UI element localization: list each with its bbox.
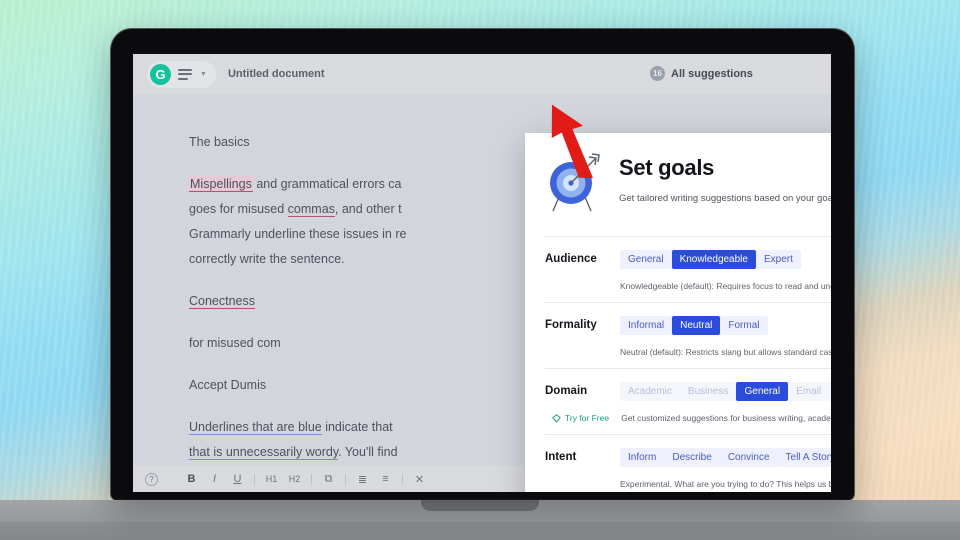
italic-button[interactable]: I <box>203 470 226 488</box>
underline-button[interactable]: U <box>226 470 249 488</box>
domain-option-general[interactable]: General <box>736 382 789 401</box>
audience-option-group: General Knowledgeable Expert <box>620 250 831 269</box>
target-icon <box>545 153 603 220</box>
laptop-base-notch <box>421 500 539 511</box>
toolbar-divider <box>311 473 312 485</box>
intent-description: Experimental. What are you trying to do?… <box>620 479 831 489</box>
gem-icon <box>552 413 561 423</box>
domain-content: Academic Business General Email Casual C… <box>552 382 831 423</box>
doc-text: goes for misused <box>189 202 288 216</box>
document-title: Untitled document <box>227 68 325 80</box>
ordered-list-icon[interactable]: ≣ <box>351 470 374 488</box>
grammarly-logo-icon: G <box>150 63 171 85</box>
domain-option-group: Academic Business General Email Casual C… <box>620 382 831 401</box>
intent-option-group: Inform Describe Convince Tell A Story <box>620 448 831 467</box>
link-icon[interactable]: ⧉ <box>317 470 340 488</box>
try-for-free-label: Try for Free <box>565 413 610 423</box>
doc-text: , and other t <box>334 202 402 216</box>
brand-menu-group[interactable]: G ▼ <box>147 60 216 88</box>
audience-option-general[interactable]: General <box>620 250 672 269</box>
chevron-down-icon[interactable]: ▼ <box>200 71 207 78</box>
domain-label: Domain <box>545 385 588 397</box>
domain-option-casual[interactable]: Casual <box>829 382 831 401</box>
modal-subtitle: Get tailored writing suggestions based o… <box>619 193 831 204</box>
formality-content: Informal Neutral Formal Neutral (default… <box>620 316 831 357</box>
intent-content: Inform Describe Convince Tell A Story Ex… <box>620 448 831 489</box>
wordiness-suggestion[interactable]: that is unnecessarily wordy <box>189 445 339 460</box>
intent-option-describe[interactable]: Describe <box>664 448 720 467</box>
clear-formatting-icon[interactable]: ✕ <box>408 470 431 488</box>
heading1-button[interactable]: H1 <box>260 470 283 488</box>
doc-text: and grammatical errors ca <box>252 177 402 191</box>
domain-description-row: Try for Free Get customized suggestions … <box>552 413 831 423</box>
formality-option-neutral[interactable]: Neutral <box>672 316 721 335</box>
audience-description: Knowledgeable (default): Requires focus … <box>620 281 831 291</box>
help-icon[interactable]: ? <box>145 472 158 486</box>
domain-option-academic[interactable]: Academic <box>620 382 680 401</box>
modal-title: Set goals <box>619 155 715 180</box>
spelling-error-conectness[interactable]: Conectness <box>189 294 256 309</box>
doc-text: indicate that <box>321 420 393 434</box>
goal-row-intent: Intent Inform Describe Convince Tell A S… <box>525 435 831 492</box>
toolbar-divider <box>402 473 403 485</box>
formality-option-formal[interactable]: Formal <box>720 316 768 335</box>
bullet-list-icon[interactable]: ≡ <box>374 470 397 488</box>
doc-text: . You'll find <box>338 445 398 459</box>
goal-row-formality: Formality Informal Neutral Formal Neutra… <box>525 303 831 368</box>
audience-option-knowledgeable[interactable]: Knowledgeable <box>671 250 756 269</box>
formality-label: Formality <box>545 319 597 331</box>
audience-option-expert[interactable]: Expert <box>755 250 801 269</box>
laptop-screen: G ▼ Untitled document 16 All suggestions… <box>133 54 831 492</box>
formality-option-group: Informal Neutral Formal <box>620 316 831 335</box>
suggestions-count-badge: 16 <box>650 66 665 81</box>
audience-content: General Knowledgeable Expert Knowledgeab… <box>620 250 831 291</box>
try-for-free-link[interactable]: Try for Free <box>552 413 609 423</box>
intent-option-convince[interactable]: Convince <box>719 448 778 467</box>
hamburger-menu-icon[interactable] <box>178 68 192 80</box>
formality-description: Neutral (default): Restricts slang but a… <box>620 347 831 357</box>
modal-heading-wrap: Set goals Get tailored writing suggestio… <box>619 151 831 204</box>
heading2-button[interactable]: H2 <box>283 470 306 488</box>
modal-header: Set goals Get tailored writing suggestio… <box>525 133 831 236</box>
laptop-base-shadow <box>0 522 960 540</box>
goal-row-domain: Domain Academic Business General Email C… <box>525 369 831 434</box>
bold-button[interactable]: B <box>180 470 203 488</box>
formality-option-informal[interactable]: Informal <box>620 316 673 335</box>
app-top-bar: G ▼ Untitled document 16 All suggestions <box>133 54 831 94</box>
grammar-error-commas[interactable]: commas <box>287 202 335 217</box>
intent-option-inform[interactable]: Inform <box>620 448 665 467</box>
goal-row-audience: Audience General Knowledgeable Expert Kn… <box>525 237 831 302</box>
intent-option-tell-a-story[interactable]: Tell A Story <box>777 448 831 467</box>
toolbar-divider <box>345 473 346 485</box>
domain-option-email[interactable]: Email <box>788 382 830 401</box>
domain-option-business[interactable]: Business <box>679 382 737 401</box>
audience-label: Audience <box>545 253 597 265</box>
all-suggestions-group[interactable]: 16 All suggestions <box>650 66 753 81</box>
wordiness-suggestion[interactable]: Underlines that are blue <box>189 420 322 435</box>
all-suggestions-label: All suggestions <box>671 67 753 80</box>
intent-label: Intent <box>545 451 577 463</box>
toolbar-divider <box>254 473 255 485</box>
domain-description: Get customized suggestions for business … <box>621 413 831 423</box>
spelling-error-mispellings[interactable]: Mispellings <box>189 176 253 192</box>
set-goals-modal: Set goals Get tailored writing suggestio… <box>525 133 831 492</box>
